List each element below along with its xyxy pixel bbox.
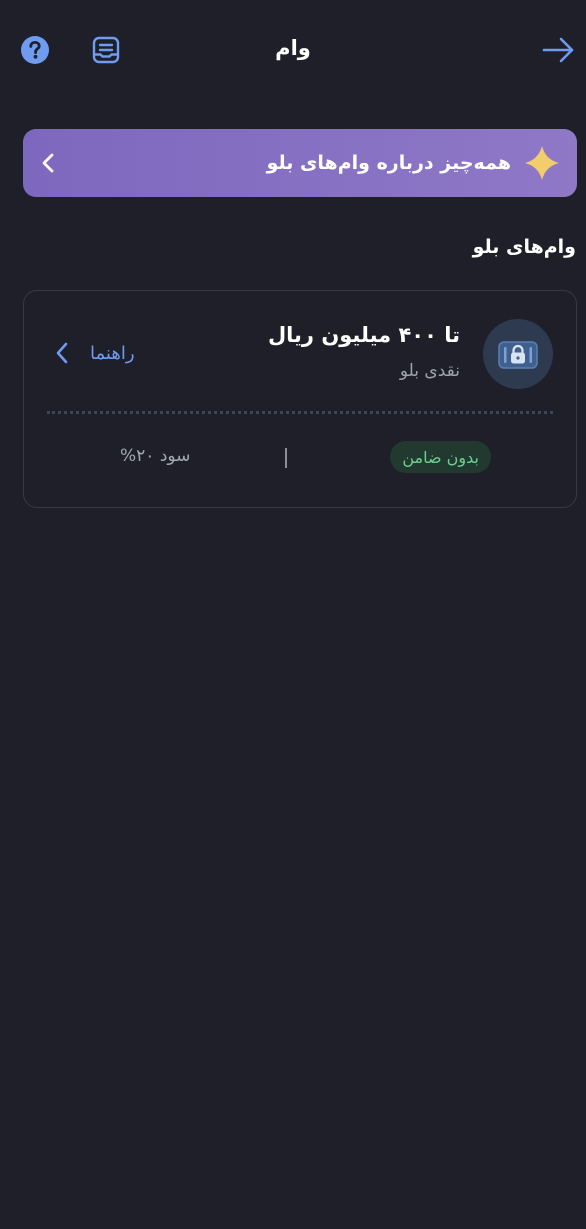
lock-card-icon: [483, 319, 553, 389]
loan-amount: تا ۴۰۰ میلیون ریال: [267, 323, 460, 347]
dotted-divider: [47, 411, 553, 414]
page-title: وام: [275, 36, 311, 60]
loan-card[interactable]: تا ۴۰۰ میلیون ریال نقدی بلو راهنما بدون …: [23, 290, 577, 508]
sparkle-star-icon: [523, 144, 561, 182]
guide-link[interactable]: راهنما: [52, 340, 135, 366]
top-app-bar: وام: [0, 0, 586, 100]
guide-label: راهنما: [90, 342, 135, 364]
loans-info-banner[interactable]: همه‌چیز درباره وام‌های بلو: [23, 129, 577, 197]
chevron-left-icon: [52, 340, 74, 366]
section-title: وام‌های بلو: [472, 236, 576, 258]
loan-type: نقدی بلو: [399, 361, 460, 381]
loan-screen: وام همه‌چیز درباره وام‌های بلو وام‌های ب…: [0, 0, 586, 1229]
profit-rate: سود ۲۰%: [120, 446, 191, 466]
banner-text: همه‌چیز درباره وام‌های بلو: [266, 152, 511, 174]
no-guarantor-badge: بدون ضامن: [390, 441, 491, 473]
arrow-right-icon[interactable]: [541, 35, 575, 65]
vertical-separator: [285, 448, 287, 468]
chevron-left-icon[interactable]: [37, 151, 61, 175]
